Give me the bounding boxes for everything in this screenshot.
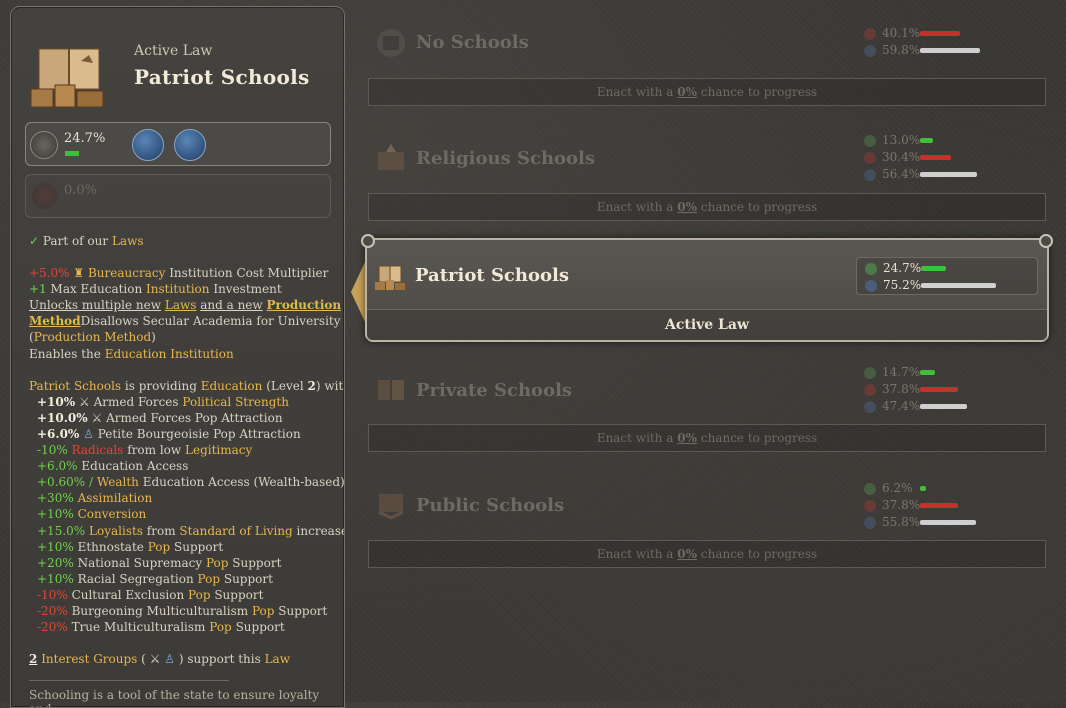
law-stats: 24.7% 75.2%	[856, 257, 1038, 295]
law-card-patriot-schools[interactable]: Patriot Schools 24.7% 75.2% Active Law	[361, 234, 1053, 342]
petite-bourgeoisie-small-icon: ♙	[83, 426, 94, 441]
thumbs-down-icon	[864, 384, 876, 396]
active-law-label: Active Law	[367, 309, 1047, 340]
support-bar	[920, 486, 926, 491]
laws-link[interactable]: Laws	[112, 234, 144, 248]
law-book-icon	[378, 144, 404, 170]
neutral-icon	[864, 401, 876, 413]
oppose-box[interactable]: 0.0%	[25, 174, 331, 218]
law-name: Private Schools	[416, 380, 573, 401]
law-book-icon	[378, 494, 404, 520]
thumbs-up-icon	[30, 131, 58, 159]
neutral-bar	[921, 283, 996, 288]
bureaucracy-link[interactable]: Bureaucracy	[88, 266, 165, 280]
thumbs-down-icon	[864, 500, 876, 512]
check-icon: ✓	[29, 234, 40, 248]
production-link[interactable]: Production	[267, 298, 342, 312]
law-book-icon	[375, 265, 405, 290]
law-name: Patriot Schools	[415, 265, 569, 286]
law-book-icon	[378, 380, 404, 400]
thumbs-up-icon	[864, 367, 876, 379]
method-link[interactable]: Method	[29, 314, 81, 328]
support-bar	[920, 370, 935, 375]
law-details-panel: Active Law Patriot Schools 24.7% 0.0% ✓ …	[10, 6, 345, 708]
neutral-icon	[864, 45, 876, 57]
petite-bourgeoisie-icon[interactable]	[174, 129, 206, 161]
enact-button[interactable]: Enact with a 0% chance to progress	[368, 540, 1046, 568]
law-name: Religious Schools	[416, 148, 596, 169]
books-icon	[30, 48, 104, 108]
neutral-bar	[920, 48, 980, 53]
law-name: No Schools	[416, 32, 529, 53]
interest-groups-link[interactable]: Interest Groups	[41, 652, 137, 666]
enact-button[interactable]: Enact with a 0% chance to progress	[368, 424, 1046, 452]
thumbs-down-icon	[32, 183, 58, 209]
bureaucracy-icon: ♜	[73, 266, 85, 281]
armed-forces-small-icon: ⚔	[78, 394, 90, 409]
neutral-icon	[865, 280, 877, 292]
enact-button[interactable]: Enact with a 0% chance to progress	[368, 78, 1046, 106]
oppose-bar	[920, 503, 958, 508]
thumbs-up-icon	[865, 263, 877, 275]
neutral-icon	[864, 517, 876, 529]
education-link[interactable]: Education	[105, 347, 167, 361]
production-method-link[interactable]: Production Method	[34, 330, 151, 344]
thumbs-down-icon	[864, 28, 876, 40]
active-law-subtitle: Active Law	[134, 43, 213, 59]
interest-groups-line: 2 Interest Groups ( ⚔ ♙ ) support this L…	[29, 652, 290, 667]
oppose-percent: 0.0%	[64, 183, 98, 198]
law-name: Public Schools	[416, 495, 565, 516]
support-bar	[921, 266, 946, 271]
neutral-bar	[920, 404, 967, 409]
neutral-bar	[920, 520, 976, 525]
law-title: Patriot Schools	[134, 65, 310, 89]
thumbs-down-icon	[864, 152, 876, 164]
law-description: Schooling is a tool of the state to ensu…	[29, 688, 320, 707]
law-effects: ✓ Part of our Laws +5.0% ♜ Bureaucracy I…	[29, 234, 345, 667]
armed-forces-icon[interactable]	[132, 129, 164, 161]
oppose-bar	[920, 155, 951, 160]
support-bar	[920, 138, 933, 143]
selection-pointer	[351, 262, 365, 322]
support-box[interactable]: 24.7%	[25, 122, 331, 166]
thumbs-up-icon	[864, 135, 876, 147]
petite-bourgeoisie-small-icon: ♙	[164, 652, 176, 667]
law-link[interactable]: Law	[265, 652, 290, 666]
support-percent: 24.7%	[64, 131, 106, 146]
law-book-icon	[377, 29, 405, 57]
armed-forces-small-icon: ⚔	[91, 410, 103, 425]
oppose-bar	[920, 31, 960, 36]
neutral-bar	[920, 172, 977, 177]
enact-button[interactable]: Enact with a 0% chance to progress	[368, 193, 1046, 221]
support-bar	[65, 151, 79, 156]
part-of-laws: ✓ Part of our Laws	[29, 234, 144, 248]
armed-forces-small-icon: ⚔	[149, 652, 161, 667]
institution-link-2[interactable]: Institution	[170, 347, 233, 361]
institution-link[interactable]: Institution	[146, 282, 209, 296]
unlock-laws-link[interactable]: Laws	[165, 298, 197, 312]
divider	[29, 680, 229, 681]
oppose-bar	[920, 387, 958, 392]
neutral-icon	[864, 169, 876, 181]
thumbs-up-icon	[864, 483, 876, 495]
